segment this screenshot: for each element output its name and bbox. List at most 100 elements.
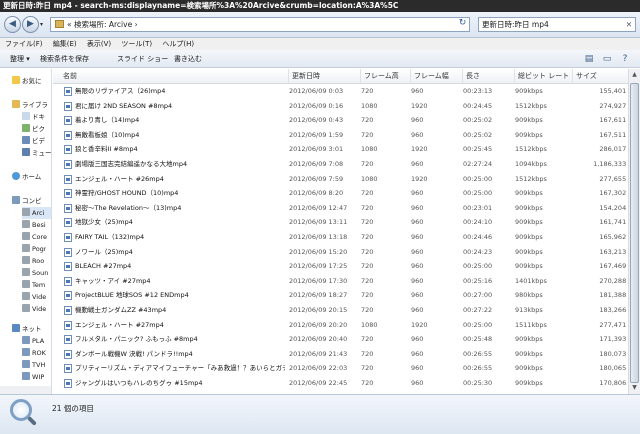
- file-length: 00:24:23: [463, 247, 493, 256]
- sidebar-item-pc[interactable]: TVH: [22, 359, 45, 371]
- table-row[interactable]: ノワール（25)mp4 2012/06/09 15:20 720 960 00:24:2…: [53, 246, 640, 258]
- table-row[interactable]: 狼と香辛料II #8mp4 2012/06/09 3:01 1080 1920 00:2…: [53, 143, 640, 155]
- sidebar-item-pc[interactable]: WIP: [22, 371, 44, 383]
- frame-height: 720: [361, 160, 374, 168]
- menu-view[interactable]: 表示(V): [87, 40, 111, 48]
- sidebar-item-drive[interactable]: Tem: [22, 279, 45, 291]
- column-bitrate[interactable]: 総ビット レート: [515, 69, 573, 84]
- sidebar-item-drive[interactable]: Besi: [22, 219, 46, 231]
- frame-width: 1920: [411, 145, 428, 154]
- sidebar-item-drive-arcive[interactable]: Arci: [22, 207, 51, 219]
- file-length: 00:27:22: [463, 306, 493, 314]
- table-row[interactable]: 無敵看板娘（10)mp4 2012/06/09 1:59 720 960 00:25:0…: [53, 129, 640, 141]
- table-row[interactable]: プリティーリズム・ディアマイフューチャー「みあ救過！？あいらとガチバ... 201…: [53, 362, 640, 374]
- burn-button[interactable]: 書き込む: [174, 50, 202, 68]
- table-row[interactable]: 機動戦士ガンダムZZ #43mp4 2012/06/09 20:15 720 960 0…: [53, 304, 640, 316]
- table-row[interactable]: BLEACH #27mp4 2012/06/09 17:25 720 960 00:25…: [53, 260, 640, 272]
- menu-help[interactable]: ヘルプ(H): [162, 40, 194, 48]
- forward-arrow-icon[interactable]: ▶: [22, 16, 39, 33]
- search-input[interactable]: 更新日時:昨日 mp4 ✕: [478, 17, 636, 32]
- sidebar-item-drive[interactable]: Vide: [22, 291, 46, 303]
- file-bitrate: 1511kbps: [515, 320, 547, 329]
- vertical-scrollbar[interactable]: ▲ ▼: [628, 69, 640, 394]
- sidebar-item-pc[interactable]: ROK: [22, 347, 46, 359]
- column-name[interactable]: 名前: [53, 69, 289, 84]
- slideshow-button[interactable]: スライド ショー: [117, 50, 168, 68]
- sidebar-item-drive[interactable]: Pogr: [22, 243, 46, 255]
- scroll-down-icon[interactable]: ▼: [629, 382, 640, 394]
- sidebar-item-videos[interactable]: ビデ: [22, 135, 45, 147]
- chevron-down-icon[interactable]: ▾: [40, 21, 43, 28]
- sidebar-item-documents[interactable]: ドキ: [22, 111, 45, 123]
- file-bitrate: 909kbps: [515, 247, 543, 256]
- sidebar-item-drive[interactable]: Core: [22, 231, 47, 243]
- file-name: 地獄少女（25)mp4: [75, 218, 133, 227]
- frame-width: 960: [411, 364, 424, 373]
- file-name: FAIRY TAIL（132)mp4: [75, 233, 145, 241]
- address-bar[interactable]: « 検索場所: Arcive ›: [50, 17, 470, 32]
- file-date: 2012/06/09 13:11: [289, 218, 348, 227]
- table-row[interactable]: ダンボール戦機W 決戦! パンドラ!!mp4 2012/06/09 21:43 72…: [53, 348, 640, 360]
- table-row[interactable]: 地獄少女（25)mp4 2012/06/09 13:11 720 960 00:24:1…: [53, 216, 640, 228]
- table-row[interactable]: 君に届け 2ND SEASON #8mp4 2012/06/09 0:16 1080…: [53, 100, 640, 112]
- help-icon[interactable]: ?: [618, 53, 632, 65]
- preview-pane-icon[interactable]: ▭: [600, 53, 614, 65]
- table-row[interactable]: 劇場版三国志完結編遥かなる大地mp4 2012/06/09 7:08 720 960 0…: [53, 158, 640, 170]
- frame-height: 720: [361, 379, 374, 387]
- sidebar-item-music[interactable]: ミュー: [22, 147, 51, 159]
- organize-button[interactable]: 整理 ▾: [10, 50, 30, 68]
- save-search-button[interactable]: 検索条件を保存: [40, 50, 89, 68]
- sidebar-item-pictures[interactable]: ピク: [22, 123, 45, 135]
- table-row[interactable]: 秘密〜The Revelation〜（13)mp4 2012/06/09 12:4…: [53, 202, 640, 214]
- file-length: 00:26:55: [463, 364, 493, 373]
- column-frame-width[interactable]: フレーム幅: [411, 69, 463, 84]
- column-date[interactable]: 更新日時: [289, 69, 361, 84]
- table-row[interactable]: ジャングルはいつもハレのちグゥ #15mp4 2012/06/09 22:45 72…: [53, 377, 640, 389]
- sidebar-item-drive[interactable]: Vide: [22, 303, 46, 315]
- menu-edit[interactable]: 編集(E): [53, 40, 77, 48]
- navigation-bar: ◀ ▶ ▾ « 検索場所: Arcive › ↻ 更新日時:昨日 mp4 ✕: [0, 12, 640, 38]
- file-date: 2012/06/09 17:25: [289, 262, 348, 271]
- documents-icon: [22, 112, 30, 120]
- sidebar-item-homegroup[interactable]: ホーム: [12, 171, 41, 183]
- sidebar-item-libraries[interactable]: ライブラ: [12, 99, 48, 111]
- sidebar-item-computer[interactable]: コンピ: [12, 195, 42, 207]
- table-row[interactable]: フルメタル・パニック? ふもっふ #8mp4 2012/06/09 20:40 72…: [53, 333, 640, 345]
- file-name: プリティーリズム・ディアマイフューチャー「みあ救過！？あいらとガチバ...: [75, 364, 285, 373]
- scroll-thumb[interactable]: [630, 83, 639, 383]
- table-row[interactable]: 無限のリヴァイアス（26)mp4 2012/06/09 0:03 720 960 00:…: [53, 85, 640, 97]
- table-row[interactable]: 着より青し（14)mp4 2012/06/09 0:43 720 960 00:25:0…: [53, 114, 640, 126]
- pc-icon: [22, 348, 30, 356]
- sidebar-item-drive[interactable]: Soun: [22, 267, 48, 279]
- sidebar-scrollbar[interactable]: [0, 386, 51, 394]
- clear-search-icon[interactable]: ✕: [626, 18, 632, 31]
- frame-width: 960: [411, 379, 424, 387]
- file-date: 2012/06/09 17:30: [289, 276, 348, 285]
- file-date: 2012/06/09 20:40: [289, 335, 348, 344]
- table-row[interactable]: 神霊狩/GHOST HOUND（10)mp4 2012/06/09 8:20 720…: [53, 187, 640, 199]
- sidebar-item-pc[interactable]: PLA: [22, 335, 44, 347]
- file-date: 2012/06/09 15:20: [289, 247, 348, 256]
- frame-width: 960: [411, 189, 424, 198]
- back-arrow-icon[interactable]: ◀: [4, 16, 21, 33]
- menu-tools[interactable]: ツール(T): [121, 40, 152, 48]
- column-length[interactable]: 長さ: [463, 69, 515, 84]
- sidebar-item-favorites[interactable]: お気に: [12, 75, 42, 87]
- menu-bar: ファイル(F) 編集(E) 表示(V) ツール(T) ヘルプ(H): [0, 38, 640, 50]
- sidebar-item-drive[interactable]: Roo: [22, 255, 44, 267]
- table-row[interactable]: ProjectBLUE 地球SOS #12 ENDmp4 2012/06/09 1…: [53, 289, 640, 301]
- sidebar-item-network[interactable]: ネット: [12, 323, 42, 335]
- file-name: フルメタル・パニック? ふもっふ #8mp4: [75, 335, 198, 344]
- drive-icon: [22, 256, 30, 264]
- menu-file[interactable]: ファイル(F): [5, 40, 43, 48]
- view-options-icon[interactable]: ▤: [582, 53, 596, 65]
- scroll-up-icon[interactable]: ▲: [629, 69, 640, 81]
- video-file-icon: [64, 247, 72, 257]
- table-row[interactable]: エンジェル・ハート #27mp4 2012/06/09 20:20 1080 1920…: [53, 319, 640, 331]
- video-file-icon: [64, 203, 72, 213]
- column-frame-height[interactable]: フレーム高: [361, 69, 411, 84]
- table-row[interactable]: キャッツ・アイ #27mp4 2012/06/09 17:30 720 960 00:2…: [53, 275, 640, 287]
- table-row[interactable]: エンジェル・ハート #26mp4 2012/06/09 7:59 1080 1920 0…: [53, 173, 640, 185]
- table-row[interactable]: FAIRY TAIL（132)mp4 2012/06/09 13:18 720 960…: [53, 231, 640, 243]
- refresh-icon[interactable]: ↻: [455, 17, 470, 32]
